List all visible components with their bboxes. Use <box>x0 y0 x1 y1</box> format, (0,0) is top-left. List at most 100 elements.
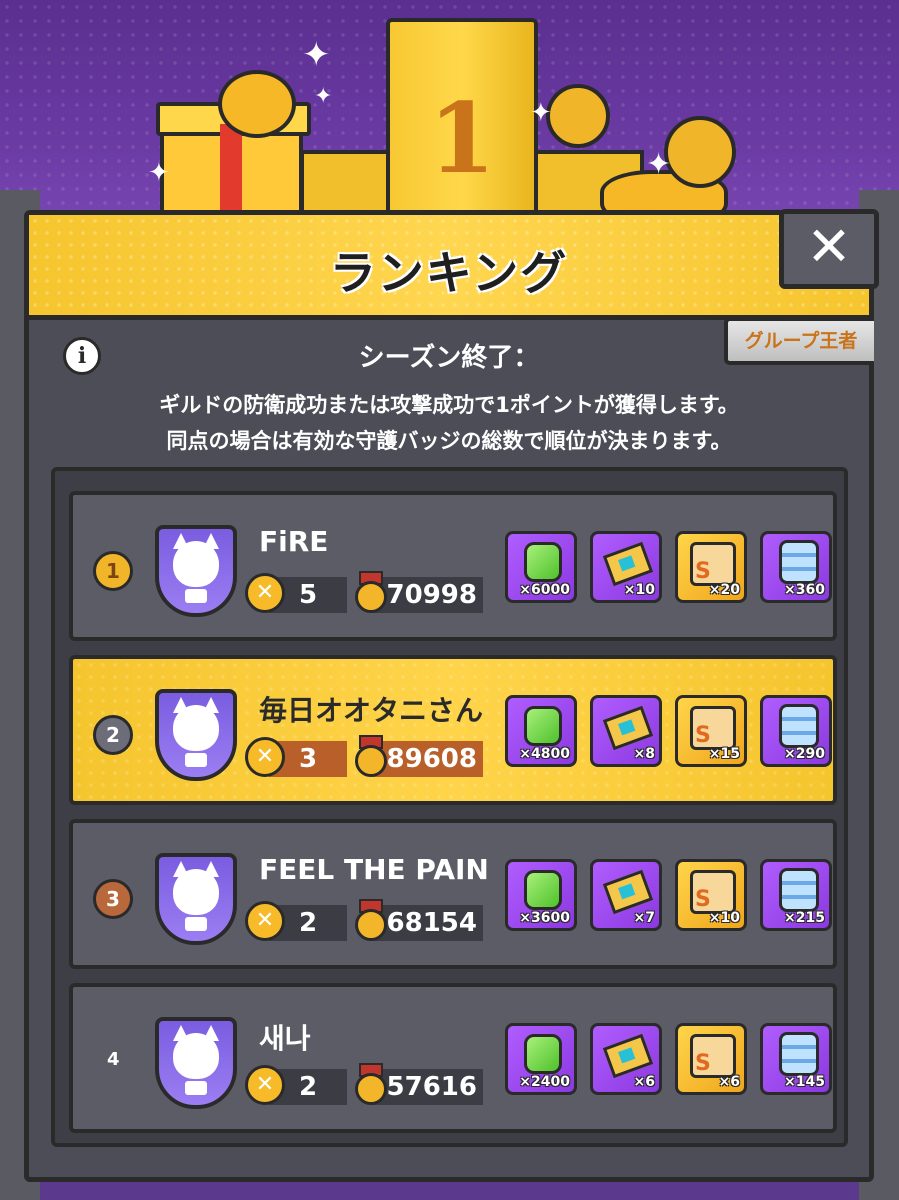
title-bar: ランキング <box>29 215 869 320</box>
reward-quantity: ×3600 <box>519 910 570 926</box>
badge-count: 89608 <box>373 741 483 777</box>
reward-gem[interactable]: ×2400 <box>505 1023 577 1095</box>
ticket-icon <box>602 705 654 751</box>
description: ギルドの防衛成功または攻撃成功で1ポイントが獲得します。 同点の場合は有効な守護… <box>29 387 869 459</box>
guard-badge-icon <box>353 1063 389 1107</box>
puzzle-piece-icon <box>690 706 736 750</box>
sparkle-icon: ✦ <box>314 84 333 109</box>
reward-quantity: ×10 <box>708 910 740 926</box>
reward-quantity: ×8 <box>633 746 655 762</box>
reward-ticket[interactable]: ×6 <box>590 1023 662 1095</box>
medal-icon <box>664 116 736 188</box>
ranking-modal: ランキング ✕ i シーズン終了： グループ王者 ギルドの防衛成功または攻撃成功… <box>24 209 879 1182</box>
podium-first-place: 1 <box>386 18 538 226</box>
gem-icon <box>524 706 562 746</box>
ranking-list[interactable]: 1 FiRE ✕ 5 70998 ×6000 ×10 ×20 ×360 2 毎日… <box>51 467 848 1147</box>
podium-number: 1 <box>428 82 496 195</box>
reward-cube[interactable]: ×360 <box>760 531 832 603</box>
close-button[interactable]: ✕ <box>779 209 879 289</box>
ranking-row[interactable]: 1 FiRE ✕ 5 70998 ×6000 ×10 ×20 ×360 <box>69 491 837 641</box>
rank-badge-gold: 1 <box>93 551 133 591</box>
cube-icon <box>779 704 819 748</box>
gem-icon <box>524 1034 562 1074</box>
guild-emblem-icon <box>155 1017 237 1109</box>
guild-name: FEEL THE PAIN <box>259 853 489 886</box>
reward-quantity: ×6000 <box>519 582 570 598</box>
reward-ticket[interactable]: ×8 <box>590 695 662 767</box>
emblem-crown <box>185 753 207 767</box>
rank-number: 4 <box>107 1049 120 1070</box>
reward-puzzle[interactable]: ×20 <box>675 531 747 603</box>
reward-puzzle[interactable]: ×15 <box>675 695 747 767</box>
reward-puzzle[interactable]: ×10 <box>675 859 747 931</box>
guild-emblem-icon <box>155 525 237 617</box>
reward-quantity: ×20 <box>708 582 740 598</box>
puzzle-piece-icon <box>690 870 736 914</box>
reward-cube[interactable]: ×215 <box>760 859 832 931</box>
reward-quantity: ×7 <box>633 910 655 926</box>
reward-quantity: ×290 <box>784 746 825 762</box>
reward-gem[interactable]: ×4800 <box>505 695 577 767</box>
reward-quantity: ×360 <box>784 582 825 598</box>
guild-emblem-icon <box>155 689 237 781</box>
ranking-row[interactable]: 4 새나 ✕ 2 57616 ×2400 ×6 ×6 ×145 <box>69 983 837 1133</box>
reward-quantity: ×145 <box>784 1074 825 1090</box>
reward-quantity: ×215 <box>784 910 825 926</box>
emblem-face <box>173 869 219 915</box>
cube-icon <box>779 868 819 912</box>
points-coin-icon: ✕ <box>245 737 285 777</box>
description-line-1: ギルドの防衛成功または攻撃成功で1ポイントが獲得します。 <box>159 393 739 417</box>
ticket-icon <box>602 869 654 915</box>
reward-quantity: ×6 <box>633 1074 655 1090</box>
guard-badge-icon <box>353 735 389 779</box>
reward-quantity: ×10 <box>623 582 655 598</box>
reward-ticket[interactable]: ×10 <box>590 531 662 603</box>
points-coin-icon: ✕ <box>245 901 285 941</box>
emblem-face <box>173 541 219 587</box>
gem-icon <box>524 870 562 910</box>
reward-quantity: ×6 <box>718 1074 740 1090</box>
emblem-crown <box>185 1081 207 1095</box>
emblem-crown <box>185 917 207 931</box>
emblem-crown <box>185 589 207 603</box>
modal-title: ランキング <box>329 246 569 300</box>
group-champion-tab[interactable]: グループ王者 <box>724 317 874 365</box>
reward-gem[interactable]: ×3600 <box>505 859 577 931</box>
coin-icon <box>218 70 296 138</box>
gem-icon <box>524 542 562 582</box>
guild-emblem-icon <box>155 853 237 945</box>
badge-count: 68154 <box>373 905 483 941</box>
sparkle-icon: ✦ <box>148 158 170 188</box>
medal-disc <box>355 1073 387 1105</box>
badge-count: 57616 <box>373 1069 483 1105</box>
reward-puzzle[interactable]: ×6 <box>675 1023 747 1095</box>
points-coin-icon: ✕ <box>245 573 285 613</box>
badge-count: 70998 <box>373 577 483 613</box>
medal-disc <box>355 745 387 777</box>
reward-cube[interactable]: ×290 <box>760 695 832 767</box>
medal-disc <box>355 909 387 941</box>
reward-quantity: ×15 <box>708 746 740 762</box>
medal-disc <box>355 581 387 613</box>
guard-badge-icon <box>353 899 389 943</box>
medal-icon <box>546 84 610 148</box>
gift-ribbon <box>220 124 242 224</box>
reward-cube[interactable]: ×145 <box>760 1023 832 1095</box>
points-coin-icon: ✕ <box>245 1065 285 1105</box>
description-line-2: 同点の場合は有効な守護バッジの総数で順位が決まります。 <box>166 429 732 453</box>
rank-badge-silver: 2 <box>93 715 133 755</box>
sparkle-icon: ✦ <box>302 35 331 75</box>
guild-name: 毎日オオタニさん <box>259 694 484 727</box>
reward-ticket[interactable]: ×7 <box>590 859 662 931</box>
ranking-row-own-guild[interactable]: 2 毎日オオタニさん ✕ 3 89608 ×4800 ×8 ×15 ×290 <box>69 655 837 805</box>
rank-badge-bronze: 3 <box>93 879 133 919</box>
emblem-face <box>173 705 219 751</box>
ticket-icon <box>602 1033 654 1079</box>
cube-icon <box>779 540 819 584</box>
reward-gem[interactable]: ×6000 <box>505 531 577 603</box>
ranking-row[interactable]: 3 FEEL THE PAIN ✕ 2 68154 ×3600 ×7 ×10 ×… <box>69 819 837 969</box>
guard-badge-icon <box>353 571 389 615</box>
reward-quantity: ×4800 <box>519 746 570 762</box>
ticket-icon <box>602 541 654 587</box>
puzzle-piece-icon <box>690 542 736 586</box>
